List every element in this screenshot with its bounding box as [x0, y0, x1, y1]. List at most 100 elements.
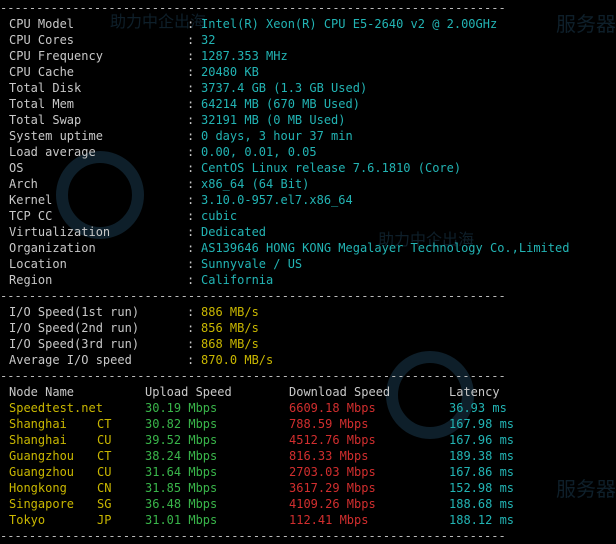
node-name: Tokyo: [9, 513, 46, 527]
io-label: I/O Speed(1st run): [9, 305, 140, 319]
info-label: Load average: [9, 145, 96, 159]
upload-speed: 36.48 Mbps: [145, 497, 218, 511]
colon: :: [187, 177, 195, 191]
latency: 167.86 ms: [449, 465, 515, 479]
latency: 189.38 ms: [449, 449, 515, 463]
info-value: 20480 KB: [201, 65, 259, 79]
info-value: 64214 MB (670 MB Used): [201, 97, 360, 111]
watermark-text: 服务器: [556, 479, 616, 501]
header-upload-speed: Upload Speed: [145, 385, 232, 399]
info-label: Arch: [9, 177, 38, 191]
info-value: AS139646 HONG KONG Megalayer Technology …: [201, 241, 570, 255]
colon: :: [187, 81, 195, 95]
node-country-code: CT: [97, 449, 112, 463]
info-value: 1287.353 MHz: [201, 49, 288, 63]
info-value: Intel(R) Xeon(R) CPU E5-2640 v2 @ 2.00GH…: [201, 17, 498, 31]
latency: 188.12 ms: [449, 513, 515, 527]
info-label: CPU Model: [9, 17, 75, 31]
node-name: Shanghai: [9, 417, 67, 431]
node-name: Guangzhou: [9, 449, 75, 463]
separator-line: ----------------------------------------…: [0, 289, 506, 303]
io-label: I/O Speed(2nd run): [9, 321, 140, 335]
info-value: cubic: [201, 209, 238, 223]
node-name: Hongkong: [9, 481, 67, 495]
info-label: Total Mem: [9, 97, 75, 111]
info-value: 3737.4 GB (1.3 GB Used): [201, 81, 368, 95]
colon: :: [187, 209, 195, 223]
colon: :: [187, 65, 195, 79]
info-value: x86_64 (64 Bit): [201, 177, 310, 191]
info-value: 3.10.0-957.el7.x86_64: [201, 193, 353, 207]
io-value: 856 MB/s: [201, 321, 259, 335]
colon: :: [187, 321, 195, 335]
node-country-code: SG: [97, 497, 112, 511]
header-download-speed: Download Speed: [289, 385, 391, 399]
upload-speed: 31.01 Mbps: [145, 513, 218, 527]
node-name: Speedtest.net: [9, 401, 103, 415]
info-label: Virtualization: [9, 225, 111, 239]
info-value: 32191 MB (0 MB Used): [201, 113, 346, 127]
node-country-code: CN: [97, 481, 112, 495]
io-label: I/O Speed(3rd run): [9, 337, 140, 351]
download-speed: 4512.76 Mbps: [289, 433, 376, 447]
speed-table-header: Node Name Upload Speed Download Speed La…: [9, 384, 500, 400]
info-label: OS: [9, 161, 24, 175]
colon: :: [187, 129, 195, 143]
info-value: Dedicated: [201, 225, 267, 239]
latency: 167.96 ms: [449, 433, 515, 447]
colon: :: [187, 145, 195, 159]
info-value: CentOS Linux release 7.6.1810 (Core): [201, 161, 462, 175]
io-value: 868 MB/s: [201, 337, 259, 351]
upload-speed: 30.19 Mbps: [145, 401, 218, 415]
node-country-code: CT: [97, 417, 112, 431]
info-label: Location: [9, 257, 67, 271]
download-speed: 4109.26 Mbps: [289, 497, 376, 511]
node-country-code: CU: [97, 433, 112, 447]
download-speed: 112.41 Mbps: [289, 513, 369, 527]
upload-speed: 38.24 Mbps: [145, 449, 218, 463]
colon: :: [187, 241, 195, 255]
separator-line: ----------------------------------------…: [0, 1, 506, 15]
colon: :: [187, 273, 195, 287]
colon: :: [187, 193, 195, 207]
colon: :: [187, 49, 195, 63]
info-label: Region: [9, 273, 53, 287]
upload-speed: 39.52 Mbps: [145, 433, 218, 447]
latency: 167.98 ms: [449, 417, 515, 431]
info-value: California: [201, 273, 274, 287]
latency: 36.93 ms: [449, 401, 507, 415]
info-value: 0 days, 3 hour 37 min: [201, 129, 353, 143]
download-speed: 3617.29 Mbps: [289, 481, 376, 495]
download-speed: 2703.03 Mbps: [289, 465, 376, 479]
node-country-code: CU: [97, 465, 112, 479]
info-label: CPU Cache: [9, 65, 75, 79]
io-value: 886 MB/s: [201, 305, 259, 319]
download-speed: 6609.18 Mbps: [289, 401, 376, 415]
io-value: 870.0 MB/s: [201, 353, 274, 367]
colon: :: [187, 257, 195, 271]
upload-speed: 31.64 Mbps: [145, 465, 218, 479]
node-name: Guangzhou: [9, 465, 75, 479]
latency: 152.98 ms: [449, 481, 515, 495]
watermark-text: 服务器: [556, 14, 616, 36]
colon: :: [187, 305, 195, 319]
io-label: Average I/O speed: [9, 353, 132, 367]
colon: :: [187, 33, 195, 47]
latency: 188.68 ms: [449, 497, 515, 511]
upload-speed: 31.85 Mbps: [145, 481, 218, 495]
download-speed: 788.59 Mbps: [289, 417, 369, 431]
header-node-name: Node Name: [9, 385, 75, 399]
colon: :: [187, 225, 195, 239]
colon: :: [187, 337, 195, 351]
info-label: System uptime: [9, 129, 103, 143]
node-country-code: JP: [97, 513, 112, 527]
info-label: Organization: [9, 241, 96, 255]
info-label: CPU Cores: [9, 33, 75, 47]
info-label: Total Disk: [9, 81, 82, 95]
colon: :: [187, 17, 195, 31]
info-value: Sunnyvale / US: [201, 257, 303, 271]
info-value: 0.00, 0.01, 0.05: [201, 145, 317, 159]
info-label: Total Swap: [9, 113, 82, 127]
info-label: CPU Frequency: [9, 49, 103, 63]
colon: :: [187, 353, 195, 367]
